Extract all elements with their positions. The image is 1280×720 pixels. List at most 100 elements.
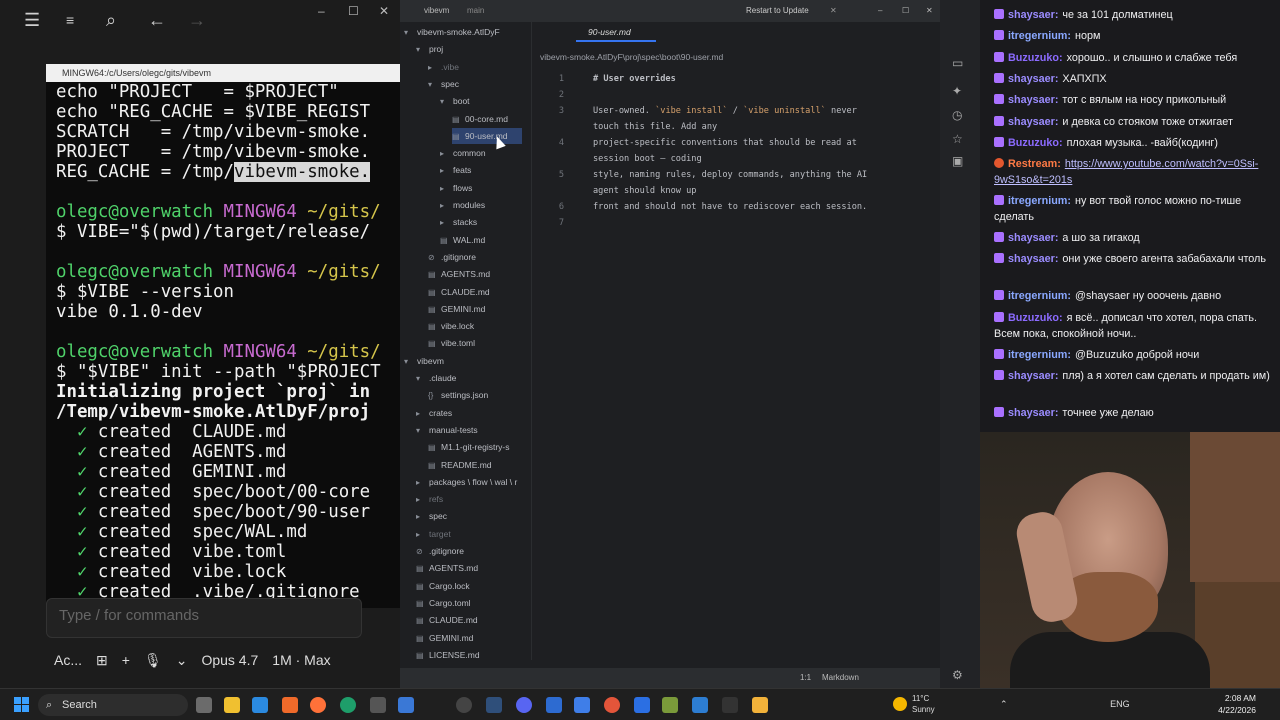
tree-item[interactable]: ▤ Cargo.toml <box>416 595 471 611</box>
visual-studio-icon[interactable] <box>398 697 414 713</box>
tree-item[interactable]: ▤ AGENTS.md <box>416 560 478 576</box>
vscode-icon[interactable] <box>252 697 268 713</box>
restart-to-update-button[interactable]: Restart to Update <box>746 6 809 15</box>
tree-item[interactable]: ▾ .claude <box>416 370 456 386</box>
app-icon-2[interactable] <box>662 697 678 713</box>
tree-item[interactable]: ▤ AGENTS.md <box>428 266 490 282</box>
statusbar-item[interactable]: + <box>122 652 130 668</box>
tree-item[interactable]: ▤ M1.1-git-registry-s <box>428 439 509 455</box>
list-icon[interactable]: ≡ <box>66 12 74 28</box>
cursor-position[interactable]: 1:1 <box>800 673 811 682</box>
close-icon[interactable]: ✕ <box>830 6 837 15</box>
tree-item[interactable]: ▾ vibevm-smoke.AtlDyF <box>404 24 500 40</box>
github-icon[interactable] <box>456 697 472 713</box>
chat-username[interactable]: itregernium: <box>1008 30 1071 42</box>
discord-icon[interactable] <box>516 697 532 713</box>
statusbar-item[interactable]: ⌄ <box>176 652 188 669</box>
tree-item[interactable]: ▸ common <box>440 145 486 161</box>
chat-username[interactable]: shaysaer: <box>1008 232 1058 244</box>
menu-icon[interactable]: ☰ <box>24 10 40 31</box>
chat-username[interactable]: itregernium: <box>1008 349 1071 361</box>
sidebar-icon[interactable]: ▭ <box>952 56 963 70</box>
settings-gear-icon[interactable]: ⚙ <box>952 668 963 682</box>
tree-item[interactable]: ▸ spec <box>416 508 447 524</box>
chat-username[interactable]: Buzuzuko: <box>1008 312 1063 324</box>
tree-item[interactable]: ▾ manual-tests <box>416 422 478 438</box>
terminal-window[interactable]: MINGW64:/c/Users/olegc/gits/vibevm echo … <box>46 64 400 608</box>
chat-username[interactable]: shaysaer: <box>1008 9 1058 21</box>
app-icon[interactable] <box>574 697 590 713</box>
tree-item[interactable]: ▤ 90-user.md <box>452 127 522 144</box>
statusbar-item[interactable]: ⊞ <box>96 652 108 669</box>
tree-item[interactable]: ▾ vibevm <box>404 353 444 369</box>
terminal-icon[interactable] <box>722 697 738 713</box>
task-view-icon[interactable] <box>196 697 212 713</box>
tree-item[interactable]: ⊘ .gitignore <box>428 249 476 265</box>
prompt-input[interactable]: Type / for commands <box>46 598 362 638</box>
close-window-icon[interactable]: ✕ <box>926 6 933 15</box>
tree-item[interactable]: ▸ stacks <box>440 214 477 230</box>
tree-item[interactable]: ▾ spec <box>428 76 459 92</box>
tree-item[interactable]: ▤ CLAUDE.md <box>428 284 490 300</box>
tree-item[interactable]: ▸ target <box>416 526 451 542</box>
extension-icon[interactable]: ✦ <box>952 84 962 98</box>
maps-icon[interactable] <box>634 697 650 713</box>
chat-username[interactable]: Buzuzuko: <box>1008 52 1063 64</box>
chevron-up-icon[interactable]: ⌃ <box>1000 699 1008 709</box>
history-icon[interactable]: ◷ <box>952 108 962 122</box>
tree-item[interactable]: ▸ refs <box>416 491 443 507</box>
tree-item[interactable]: ▤ README.md <box>428 457 492 473</box>
tree-item[interactable]: ▤ CLAUDE.md <box>416 612 478 628</box>
chat-username[interactable]: shaysaer: <box>1008 116 1058 128</box>
file-explorer-icon[interactable] <box>224 697 240 713</box>
steam-icon[interactable] <box>486 697 502 713</box>
chat-username[interactable]: shaysaer: <box>1008 407 1058 419</box>
tree-item[interactable]: ▤ Cargo.lock <box>416 578 470 594</box>
language-mode[interactable]: Markdown <box>822 673 859 682</box>
remote-desktop-icon[interactable] <box>692 697 708 713</box>
statusbar-item[interactable]: Ac... <box>54 652 82 668</box>
branch-name[interactable]: main <box>467 6 484 15</box>
chat-username[interactable]: shaysaer: <box>1008 73 1058 85</box>
tree-item[interactable]: ▸ .vibe <box>428 59 459 75</box>
system-tray[interactable]: ⌃ ENG <box>1000 699 1130 710</box>
project-name[interactable]: vibevm <box>424 6 449 15</box>
tree-item[interactable]: ▤ vibe.toml <box>428 335 475 351</box>
chat-username[interactable]: shaysaer: <box>1008 253 1058 265</box>
forward-arrow-icon[interactable]: → <box>188 10 206 31</box>
chat-username[interactable]: Buzuzuko: <box>1008 137 1063 149</box>
tree-item[interactable]: ▤ GEMINI.md <box>428 301 485 317</box>
tree-item[interactable]: ▤ LICENSE.md <box>416 647 480 660</box>
firefox-icon[interactable] <box>310 697 326 713</box>
git-icon[interactable] <box>752 697 768 713</box>
tree-item[interactable]: ▤ vibe.lock <box>428 318 474 334</box>
tree-item[interactable]: ▤ 00-core.md <box>452 111 508 127</box>
statusbar-item[interactable]: Opus 4.7 <box>201 652 258 668</box>
chat-username[interactable]: shaysaer: <box>1008 94 1058 106</box>
close-icon[interactable]: ✕ <box>379 4 389 18</box>
tree-item[interactable]: ▸ feats <box>440 162 471 178</box>
tree-item[interactable]: {} settings.json <box>428 387 488 403</box>
statusbar-item[interactable]: 🎙 <box>144 652 162 669</box>
chat-username[interactable]: Restream: <box>1008 158 1061 170</box>
taskbar-search[interactable]: ⌕ Search <box>38 694 188 716</box>
tree-item[interactable]: ▸ crates <box>416 405 452 421</box>
chat-username[interactable]: itregernium: <box>1008 195 1071 207</box>
tree-item[interactable]: ▸ flows <box>440 180 472 196</box>
tab-90-user-md[interactable]: 90-user.md <box>576 24 656 42</box>
chat-username[interactable]: shaysaer: <box>1008 370 1058 382</box>
tree-item[interactable]: ⊘ .gitignore <box>416 543 464 559</box>
claude-icon[interactable] <box>604 697 620 713</box>
notes-icon[interactable] <box>546 697 562 713</box>
tree-item[interactable]: ▤ GEMINI.md <box>416 630 473 646</box>
statusbar-item[interactable]: 1M · Max <box>272 652 330 668</box>
settings-icon[interactable] <box>370 697 386 713</box>
clock[interactable]: 2:08 AM 4/22/2026 <box>1212 692 1256 716</box>
tree-item[interactable]: ▾ boot <box>440 93 470 109</box>
windows-start-icon[interactable] <box>14 697 30 713</box>
minimize-icon[interactable]: – <box>318 4 325 18</box>
edge-icon[interactable] <box>340 697 356 713</box>
brave-browser-icon[interactable] <box>282 697 298 713</box>
collections-icon[interactable]: ▣ <box>952 154 963 168</box>
maximize-icon[interactable]: ☐ <box>902 6 909 15</box>
